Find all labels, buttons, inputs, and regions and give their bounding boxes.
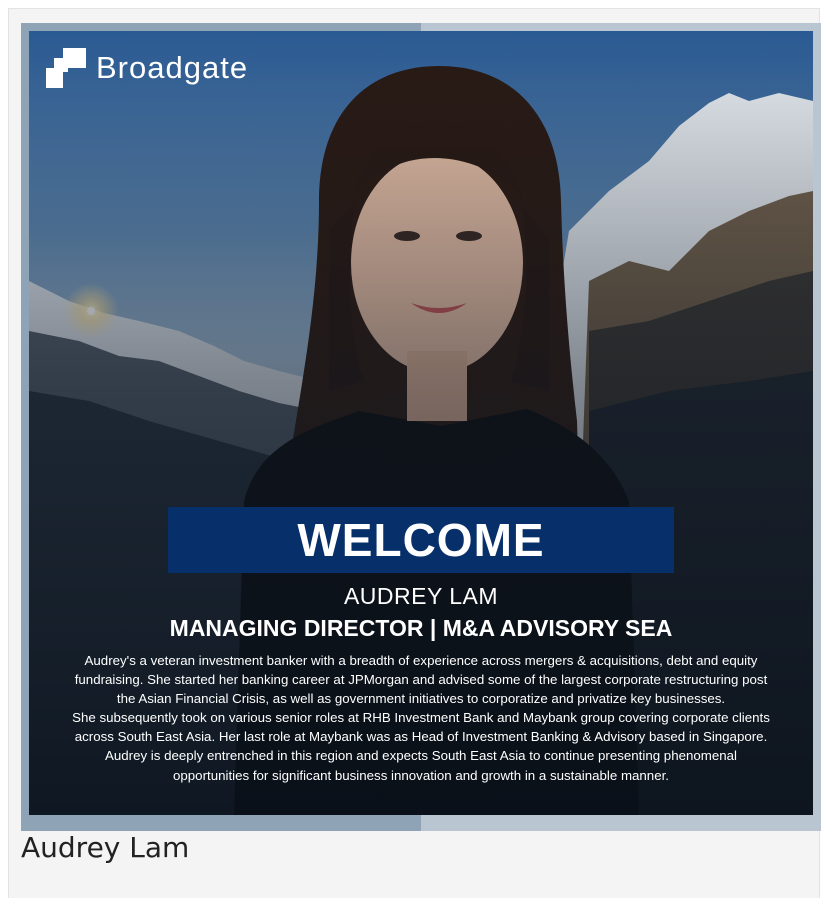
bio-line: the Asian Financial Crisis, as well as g…: [116, 691, 726, 707]
brand-name: Broadgate: [96, 50, 249, 85]
bio-line: across South East Asia. Her last role at…: [74, 729, 768, 745]
poster-frame[interactable]: Broadgate WELCOME AUDREY LAM MANAGING DI…: [21, 23, 821, 831]
broadgate-logo-icon: [46, 48, 86, 88]
broadgate-logo: Broadgate: [46, 47, 248, 89]
welcome-heading: WELCOME: [297, 514, 545, 566]
person-role: MANAGING DIRECTOR | M&A ADVISORY SEA: [169, 615, 673, 641]
welcome-banner: WELCOME: [168, 507, 674, 573]
image-card: Broadgate WELCOME AUDREY LAM MANAGING DI…: [8, 8, 821, 898]
person-bio: Audrey's a veteran investment banker wit…: [59, 651, 783, 785]
bio-line: fundraising. She started her banking car…: [74, 672, 768, 688]
image-caption: Audrey Lam: [21, 831, 190, 864]
bio-line: opportunities for significant business i…: [173, 767, 669, 783]
bio-line: She subsequently took on various senior …: [72, 710, 770, 726]
person-name: AUDREY LAM: [343, 583, 499, 609]
welcome-poster: Broadgate WELCOME AUDREY LAM MANAGING DI…: [29, 31, 813, 815]
bio-line: Audrey is deeply entrenched in this regi…: [104, 748, 738, 764]
page: Broadgate WELCOME AUDREY LAM MANAGING DI…: [0, 0, 826, 902]
bio-line: Audrey's a veteran investment banker wit…: [84, 653, 758, 668]
